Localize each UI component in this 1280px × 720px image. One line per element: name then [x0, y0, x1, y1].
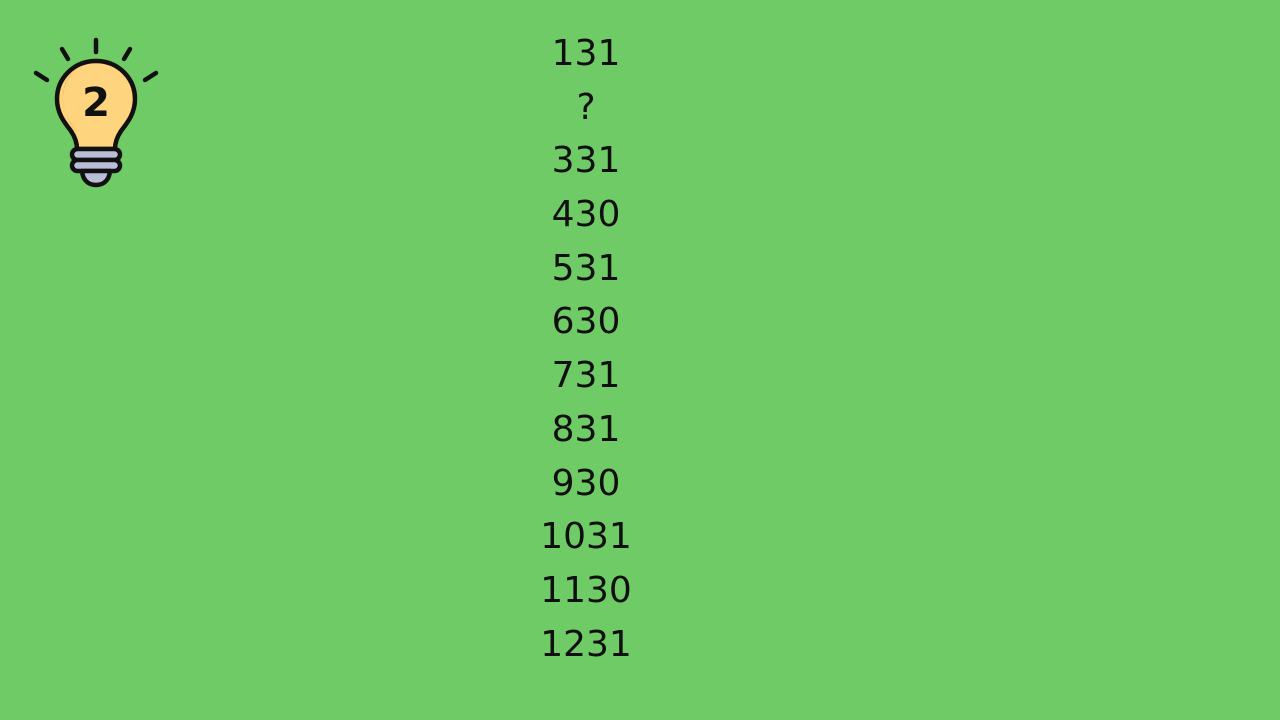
sequence-item: 531: [551, 247, 621, 289]
number-sequence: 131 ? 331 430 531 630 731 831 930 1031 1…: [486, 27, 686, 671]
sequence-item: 831: [551, 408, 621, 450]
sequence-item: 1130: [540, 569, 632, 611]
sequence-item-missing: ?: [576, 86, 596, 128]
sequence-item: 430: [551, 194, 621, 236]
lightbulb-graphic: 2: [33, 37, 159, 188]
sequence-item: 930: [551, 462, 621, 504]
sequence-item: 331: [551, 140, 621, 182]
sequence-item: 630: [551, 301, 621, 343]
sequence-item: 731: [551, 355, 621, 397]
hint-number: 2: [82, 80, 110, 126]
sequence-item: 1031: [540, 516, 632, 558]
sequence-item: 131: [551, 33, 621, 74]
sequence-item: 1231: [540, 623, 632, 665]
lightbulb-icon: 2: [30, 36, 162, 188]
bulb-base: [69, 146, 123, 188]
